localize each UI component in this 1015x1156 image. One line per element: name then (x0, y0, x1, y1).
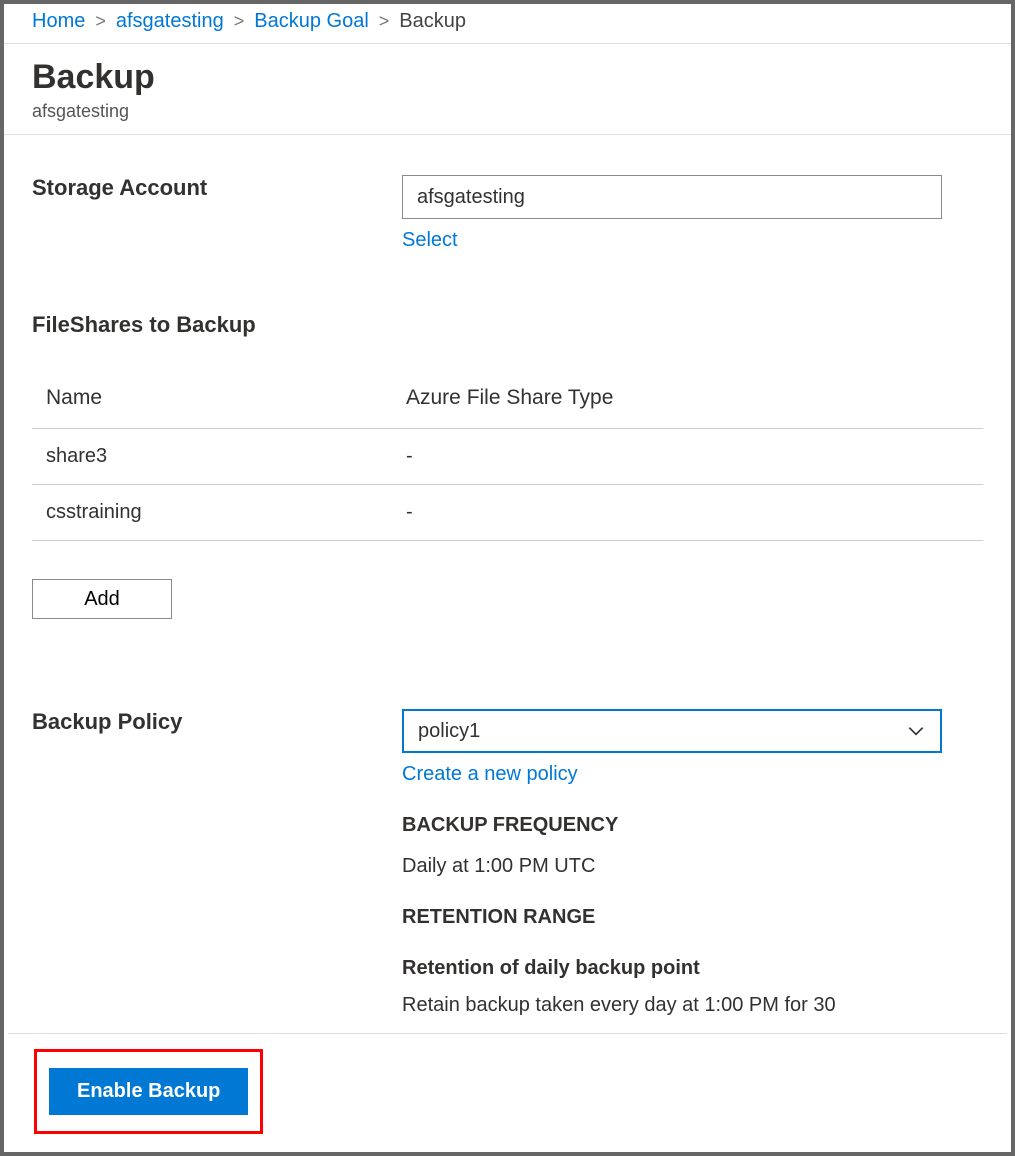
page-header: Backup afsgatesting (4, 44, 1011, 135)
add-fileshare-button[interactable]: Add (32, 579, 172, 619)
table-row[interactable]: share3 - (32, 429, 983, 485)
select-storage-account-link[interactable]: Select (402, 229, 458, 252)
fileshare-name: csstraining (46, 501, 406, 524)
breadcrumb-current: Backup (399, 10, 466, 33)
breadcrumb-backup-goal[interactable]: Backup Goal (254, 10, 369, 33)
fileshares-heading: FileShares to Backup (32, 312, 983, 338)
breadcrumb-home[interactable]: Home (32, 10, 85, 33)
fileshare-name: share3 (46, 445, 406, 468)
backup-frequency-text: Daily at 1:00 PM UTC (402, 855, 942, 878)
create-new-policy-link[interactable]: Create a new policy (402, 763, 578, 786)
retention-range-heading: RETENTION RANGE (402, 906, 942, 929)
highlight-box: Enable Backup (34, 1049, 263, 1134)
chevron-down-icon (906, 721, 926, 741)
fileshares-table: Name Azure File Share Type share3 - csst… (32, 368, 983, 541)
column-header-name: Name (46, 386, 406, 410)
page-subtitle: afsgatesting (32, 101, 983, 122)
storage-account-label: Storage Account (32, 175, 402, 201)
fileshare-type: - (406, 501, 983, 524)
page-title: Backup (32, 58, 983, 97)
chevron-right-icon: > (234, 11, 245, 32)
fileshare-type: - (406, 445, 983, 468)
chevron-right-icon: > (95, 11, 106, 32)
column-header-type: Azure File Share Type (406, 386, 983, 410)
chevron-right-icon: > (379, 11, 390, 32)
retention-sub-heading: Retention of daily backup point (402, 957, 942, 980)
breadcrumb-afsgatesting[interactable]: afsgatesting (116, 10, 224, 33)
breadcrumb: Home > afsgatesting > Backup Goal > Back… (4, 4, 1011, 44)
footer-bar: Enable Backup (8, 1033, 1007, 1148)
retention-text: Retain backup taken every day at 1:00 PM… (402, 994, 942, 1017)
storage-account-input[interactable] (402, 175, 942, 219)
backup-policy-value: policy1 (418, 720, 480, 743)
backup-frequency-heading: BACKUP FREQUENCY (402, 814, 942, 837)
backup-policy-select[interactable]: policy1 (402, 709, 942, 753)
table-row[interactable]: csstraining - (32, 485, 983, 541)
enable-backup-button[interactable]: Enable Backup (49, 1068, 248, 1115)
backup-policy-label: Backup Policy (32, 709, 402, 735)
